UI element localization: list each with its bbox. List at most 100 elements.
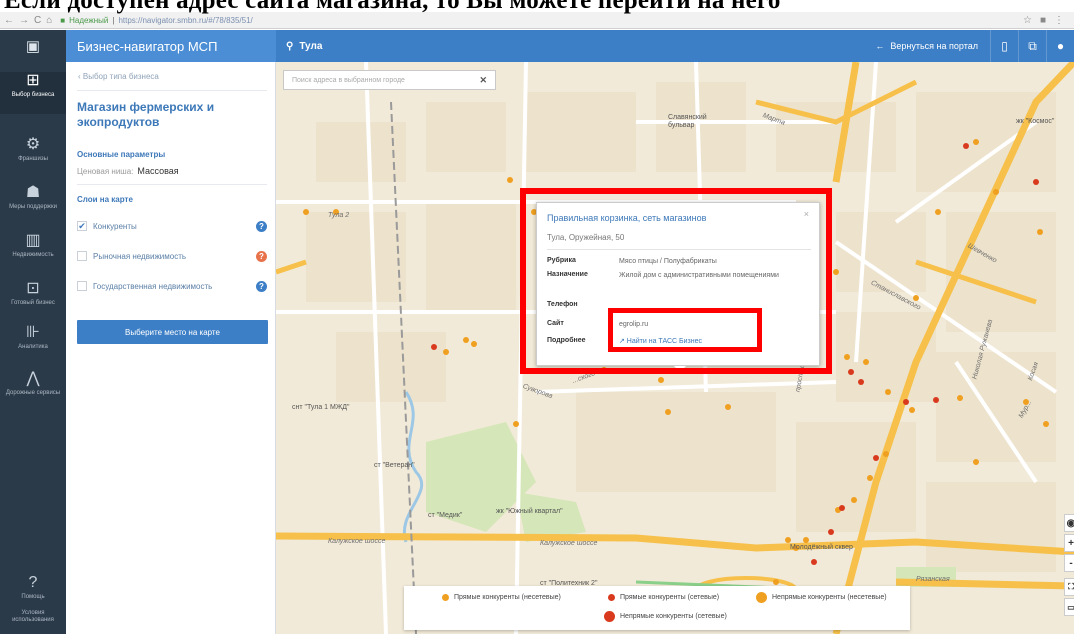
price-niche-value: Массовая [137,166,179,176]
arrow-left-icon: ← [875,41,885,51]
site-link[interactable]: egrolip.ru [619,320,809,329]
help-icon: ? [28,574,38,591]
layer-state-realty[interactable]: Государственная недвижимость ? [77,279,267,293]
zoom-in-button[interactable]: + [1064,534,1074,552]
price-niche-label: Ценовая ниша: [77,167,134,176]
secure-label: Надежный [69,15,109,25]
legend-marker-icon [604,611,615,622]
price-niche: Ценовая ниша: Массовая [77,166,179,176]
side-panel: ‹ Выбор типа бизнеса Магазин фермерских … [66,62,276,634]
back-to-portal-label: Вернуться на портал [890,41,978,51]
ruler-icon[interactable]: ▭ [1064,598,1074,616]
city-selector[interactable]: ⚲ Тула [276,41,322,52]
rail-item-business[interactable]: ⊞ Выбор бизнеса [0,72,66,114]
road-icon: ⋀ [26,370,40,387]
checkbox-checked[interactable]: ✔ [77,221,87,231]
divider [77,90,267,91]
rail-item-analytics[interactable]: ⊪ Аналитика [0,324,66,351]
map-label: Калужское шоссе [328,538,386,545]
gear-icon: ⚙ [25,136,41,153]
popup-title: Правильная корзинка, сеть магазинов [547,213,707,223]
back-to-business-types-link[interactable]: ‹ Выбор типа бизнеса [78,72,159,81]
map-canvas[interactable]: Славянский бульвар Марта жк "Космос" Тул… [276,62,1074,634]
forward-icon[interactable]: → [19,15,29,26]
map-label: снт "Тула 1 МЖД" [292,404,350,411]
back-icon[interactable]: ← [4,15,14,26]
legend-item: Непрямые конкуренты (сетевые) [604,611,727,622]
map-label: жк "Космос" [1016,118,1055,125]
params-heading: Основные параметры [77,150,166,159]
legend-marker-icon [608,594,615,601]
checkbox[interactable] [77,281,87,291]
fullscreen-icon[interactable]: ⛶ [1064,578,1074,596]
location-pin-icon: ⚲ [286,40,294,52]
help-icon[interactable]: ? [256,250,267,262]
menu-icon[interactable]: ⋮ [1054,15,1064,26]
clear-search-icon[interactable]: ✕ [479,75,487,86]
rail-item-franchise[interactable]: ⚙ Франшизы [0,136,66,163]
legend-item: Прямые конкуренты (сетевые) [608,594,719,601]
logo-icon[interactable]: ▣ [0,30,66,62]
rail-item-help[interactable]: ? Помощь [0,574,66,601]
object-popup: Правильная корзинка, сеть магазинов × Ту… [536,202,820,366]
divider [547,249,811,250]
layers-heading: Слои на карте [77,195,133,204]
tass-business-link[interactable]: ↗ Найти на ТАСС Бизнес [619,337,809,346]
legend-item: Прямые конкуренты (несетевые) [442,594,561,601]
city-name: Тула [299,40,323,52]
layer-market-realty[interactable]: Рыночная недвижимость ? [77,249,267,263]
map-label: ст "Медик" [428,512,463,519]
popup-key: Телефон [547,301,578,308]
people-icon: ☗ [25,184,41,201]
popup-key: Сайт [547,320,564,327]
map-label: Рязанская [916,576,950,583]
popup-key: Рубрика [547,257,576,264]
chat-icon[interactable]: ⧉ [1018,30,1046,62]
chart-icon: ⊪ [26,324,40,341]
legend-marker-icon [442,594,449,601]
extension-icon[interactable]: ■ [1040,15,1046,26]
checkbox[interactable] [77,251,87,261]
address-bar[interactable]: ■ Надежный | https://navigator.smbn.ru/#… [60,16,252,25]
rail-item-ready-business[interactable]: ⊡ Готовый бизнес [0,280,66,307]
app-title: Бизнес-навигатор МСП [66,30,276,62]
store-icon: ⊡ [26,280,40,297]
popup-address: Тула, Оружейная, 50 [547,233,625,242]
slide-heading: Если доступен адрес сайта магазина, то В… [4,0,781,14]
help-icon[interactable]: ? [256,280,267,292]
layer-label: Рыночная недвижимость [93,251,187,261]
legend-item: Непрямые конкуренты (несетевые) [756,592,887,603]
user-icon[interactable]: ● [1046,30,1074,62]
popup-value: Жилой дом с административными помещениям… [619,272,779,279]
close-icon[interactable]: × [804,209,809,219]
address-search-input[interactable]: Поиск адреса в выбранном городе ✕ [283,70,496,90]
map-legend: Прямые конкуренты (несетевые) Прямые кон… [404,586,910,630]
home-icon[interactable]: ⌂ [46,15,52,26]
rail-item-support[interactable]: ☗ Меры поддержки [0,184,66,211]
help-icon[interactable]: ? [256,220,267,232]
search-placeholder: Поиск адреса в выбранном городе [292,76,405,84]
rail-item-realty[interactable]: ▥ Недвижимость [0,232,66,259]
popup-pointer [674,366,686,372]
browser-toolbar: ← → C ⌂ ■ Надежный | https://navigator.s… [0,12,1074,29]
layer-competitors[interactable]: ✔ Конкуренты ? [77,219,267,233]
popup-key: Подробнее [547,337,586,344]
popup-key: Назначение [547,271,588,278]
rail-item-terms[interactable]: Условия использования [0,610,66,624]
briefcase-icon: ⊞ [26,72,40,89]
layer-label: Конкуренты [93,221,137,231]
building-icon: ▥ [25,232,41,249]
business-type-title: Магазин фермерских и экопродуктов [77,100,215,129]
popup-value: Мясо птицы / Полуфабрикаты [619,258,717,265]
zoom-out-button[interactable]: - [1064,554,1074,572]
layers-icon[interactable]: ◉ [1064,514,1074,532]
star-icon[interactable]: ☆ [1023,15,1032,26]
reload-icon[interactable]: C [34,15,41,26]
map-label: ст "Ветеран" [374,462,415,469]
lock-icon: ■ [60,15,66,25]
rail-item-road[interactable]: ⋀ Дорожные сервисы [0,370,66,397]
back-to-portal-link[interactable]: ← Вернуться на портал [863,41,990,51]
select-place-button[interactable]: Выберите место на карте [77,320,268,344]
document-icon[interactable]: ▯ [990,30,1018,62]
layer-label: Государственная недвижимость [93,281,213,291]
